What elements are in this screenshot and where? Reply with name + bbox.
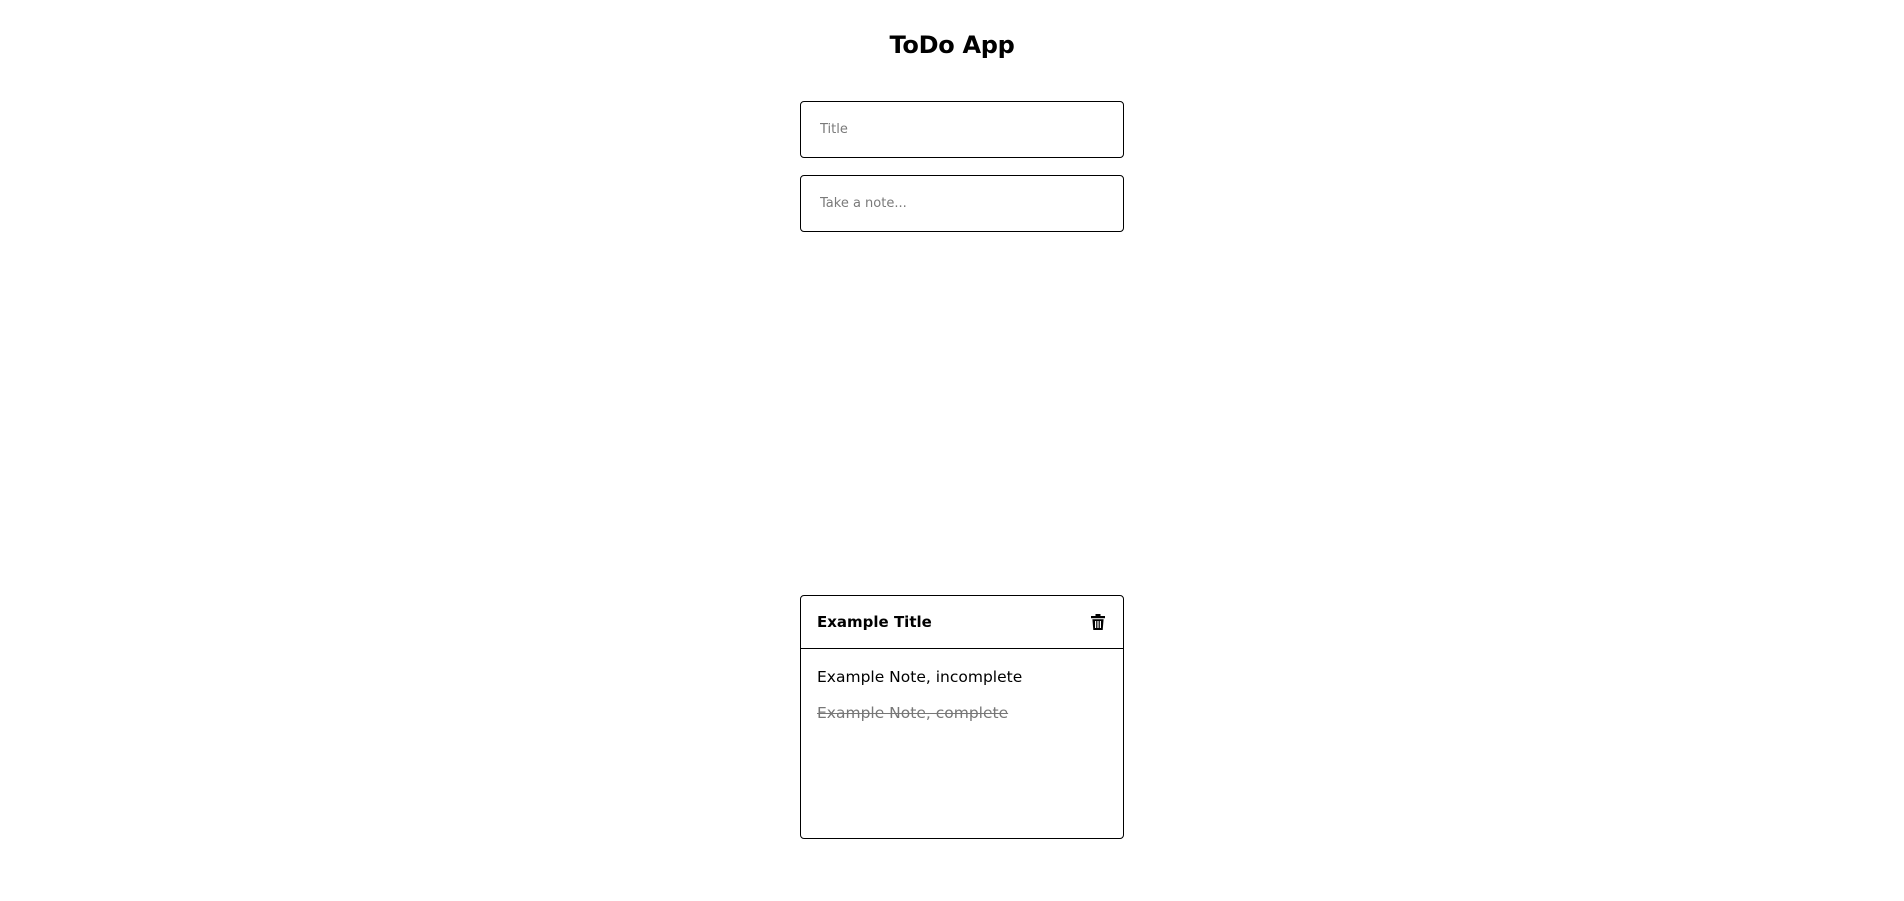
page-title: ToDo App: [889, 31, 1015, 59]
note-item-incomplete[interactable]: Example Note, incomplete: [817, 667, 1107, 687]
note-input[interactable]: [800, 175, 1124, 232]
new-todo-form: [800, 101, 1124, 232]
title-input[interactable]: [800, 101, 1124, 158]
trash-icon-glyph: [1091, 614, 1105, 630]
note-item-complete[interactable]: Example Note, complete: [817, 703, 1107, 723]
todo-card-title: Example Title: [817, 613, 932, 631]
trash-icon[interactable]: [1088, 611, 1108, 633]
todo-card: Example Title Example Note, incomplete E…: [800, 595, 1124, 839]
todo-card-body: Example Note, incomplete Example Note, c…: [801, 649, 1123, 723]
todo-card-header: Example Title: [801, 596, 1123, 649]
